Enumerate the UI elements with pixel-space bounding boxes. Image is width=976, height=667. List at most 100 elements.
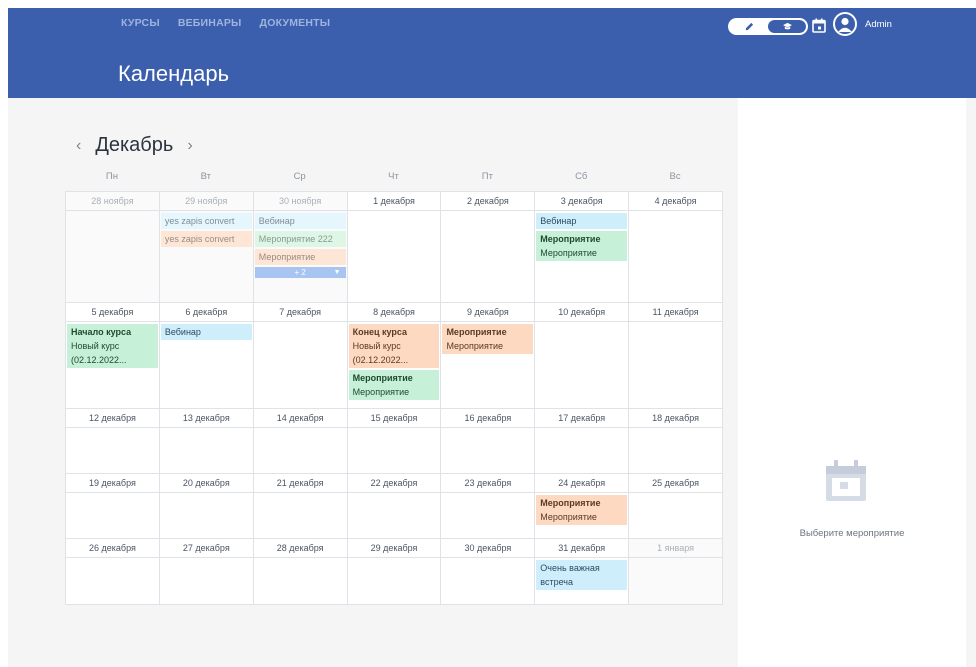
calendar-day[interactable]: 20 декабря bbox=[159, 474, 254, 539]
day-date-label: 31 декабря bbox=[535, 539, 629, 558]
event-text: Вебинар bbox=[540, 216, 577, 226]
next-month-button[interactable]: › bbox=[183, 137, 196, 155]
calendar-day[interactable]: 12 декабря bbox=[66, 409, 160, 474]
day-date-label: 1 декабря bbox=[347, 192, 441, 211]
day-date-label: 24 декабря bbox=[535, 474, 629, 493]
calendar-day[interactable]: 24 декабря Мероприятие Мероприятие bbox=[535, 474, 630, 539]
prev-month-button[interactable]: ‹ bbox=[72, 137, 85, 155]
day-date-label: 5 декабря bbox=[66, 303, 159, 322]
calendar-day[interactable]: 30 декабря bbox=[441, 539, 536, 605]
weekday-label: Пн bbox=[105, 171, 118, 182]
calendar-day[interactable]: 29 ноября yes zapis convert yes zapis conv… bbox=[159, 192, 254, 303]
calendar-day[interactable]: 7 декабря bbox=[253, 303, 348, 409]
toggle-student-mode[interactable] bbox=[768, 20, 806, 33]
event-title: Конец курса bbox=[352, 327, 408, 337]
mode-toggle[interactable] bbox=[728, 18, 808, 35]
calendar-event[interactable]: Мероприятие 222 bbox=[254, 231, 346, 247]
day-date-label: 4 декабря bbox=[629, 192, 723, 211]
event-text: yes zapis convert bbox=[164, 234, 235, 244]
day-date-label: 30 ноября bbox=[253, 192, 347, 211]
calendar-day[interactable]: 1 января bbox=[629, 539, 724, 605]
calendar-event[interactable]: Мероприятие Мероприятие bbox=[348, 370, 440, 400]
event-text: yes zapis convert bbox=[164, 216, 235, 226]
day-date-label: 6 декабря bbox=[159, 303, 253, 322]
event-text: Мероприятие 222 bbox=[258, 234, 333, 244]
calendar-event[interactable]: Мероприятие Мероприятие bbox=[536, 231, 628, 261]
calendar-day[interactable]: 9 декабря Мероприятие Мероприятие bbox=[441, 303, 536, 409]
day-date-label: 18 декабря bbox=[629, 409, 723, 428]
calendar-day[interactable]: 25 декабря bbox=[629, 474, 724, 539]
calendar-event[interactable]: yes zapis convert bbox=[160, 231, 252, 247]
page-title: Календарь bbox=[118, 61, 230, 86]
day-events: Мероприятие Мероприятие bbox=[535, 493, 628, 527]
calendar-event[interactable]: Начало курса Новый курс (02.12.2022... bbox=[67, 324, 158, 368]
weekday-label: Вс bbox=[669, 171, 681, 182]
day-events bbox=[254, 493, 347, 497]
calendar-day[interactable]: 15 декабря bbox=[347, 409, 442, 474]
calendar-day[interactable]: 16 декабря bbox=[441, 409, 536, 474]
day-date-label: 13 декабря bbox=[159, 409, 253, 428]
calendar-event[interactable]: yes zapis convert bbox=[160, 213, 252, 229]
calendar-day[interactable]: 1 декабря bbox=[347, 192, 442, 303]
calendar-day[interactable]: 17 декабря bbox=[535, 409, 630, 474]
calendar-event[interactable]: Вебинар bbox=[254, 213, 346, 229]
calendar-event[interactable]: Мероприятие Мероприятие bbox=[442, 324, 534, 354]
calendar-day[interactable]: 2 декабря bbox=[441, 192, 536, 303]
nav-item-documents[interactable]: ДОКУМЕНТЫ bbox=[260, 17, 331, 29]
day-events bbox=[629, 493, 722, 497]
calendar-day[interactable]: 3 декабря Вебинар Мероприятие Мероприятие bbox=[535, 192, 630, 303]
day-date-label: 16 декабря bbox=[441, 409, 535, 428]
day-events bbox=[629, 322, 722, 326]
calendar-event[interactable]: Вебинар bbox=[160, 324, 252, 340]
weekday-label: Ср bbox=[293, 171, 306, 182]
day-events bbox=[254, 558, 347, 562]
calendar-day[interactable]: 18 декабря bbox=[629, 409, 724, 474]
calendar-day[interactable]: 14 декабря bbox=[253, 409, 348, 474]
day-date-label: 11 декабря bbox=[629, 303, 723, 322]
calendar-day[interactable]: 26 декабря bbox=[66, 539, 160, 605]
day-date-label: 19 декабря bbox=[66, 474, 159, 493]
calendar-event[interactable]: Мероприятие bbox=[254, 249, 346, 265]
calendar-event[interactable]: Конец курса Новый курс (02.12.2022... bbox=[348, 324, 440, 368]
calendar-week: 28 ноября 29 ноября yes zapis convert yes z… bbox=[66, 192, 724, 303]
day-events: Очень важная встреча bbox=[535, 558, 628, 592]
calendar-event[interactable]: Очень важная встреча bbox=[536, 560, 628, 590]
toggle-edit-mode[interactable] bbox=[730, 20, 768, 33]
calendar-day[interactable]: 21 декабря bbox=[253, 474, 348, 539]
graduation-cap-icon bbox=[782, 22, 792, 30]
calendar-day[interactable]: 8 декабря Конец курса Новый курс (02.12.20… bbox=[347, 303, 442, 409]
day-events bbox=[348, 493, 441, 497]
calendar-day[interactable]: 13 декабря bbox=[159, 409, 254, 474]
calendar-day[interactable]: 22 декабря bbox=[347, 474, 442, 539]
calendar-day[interactable]: 23 декабря bbox=[441, 474, 536, 539]
event-text: Вебинар bbox=[258, 216, 295, 226]
event-text: Очень важная встреча bbox=[540, 563, 600, 587]
calendar-day[interactable]: 28 декабря bbox=[253, 539, 348, 605]
calendar-event[interactable]: Мероприятие Мероприятие bbox=[536, 495, 628, 525]
calendar-day[interactable]: 27 декабря bbox=[159, 539, 254, 605]
calendar-day[interactable]: 6 декабря Вебинар bbox=[159, 303, 254, 409]
calendar-day[interactable]: 29 декабря bbox=[347, 539, 442, 605]
calendar-day[interactable]: 19 декабря bbox=[66, 474, 160, 539]
calendar-event[interactable]: Вебинар bbox=[536, 213, 628, 229]
day-events: Начало курса Новый курс (02.12.2022... bbox=[66, 322, 159, 370]
calendar-day[interactable]: 30 ноября Вебинар Мероприятие 222 Мероприят… bbox=[253, 192, 348, 303]
calendar-day[interactable]: 5 декабря Начало курса Новый курс (02.12.2… bbox=[66, 303, 160, 409]
weekday-header: Пн Вт Ср Чт Пт Сб Вс bbox=[65, 171, 722, 182]
user-menu[interactable]: Admin bbox=[833, 12, 892, 36]
calendar-button[interactable] bbox=[812, 18, 828, 34]
calendar-day[interactable]: 28 ноября bbox=[66, 192, 160, 303]
event-text: Мероприятие bbox=[352, 387, 410, 397]
day-events bbox=[348, 211, 441, 215]
calendar-day[interactable]: 10 декабря bbox=[535, 303, 630, 409]
pencil-icon bbox=[745, 22, 753, 31]
avatar bbox=[833, 12, 857, 36]
day-date-label: 15 декабря bbox=[347, 409, 441, 428]
calendar-day[interactable]: 11 декабря bbox=[629, 303, 724, 409]
more-events-button[interactable]: + 2 ▼ bbox=[254, 267, 346, 278]
calendar-day[interactable]: 31 декабря Очень важная встреча bbox=[535, 539, 630, 605]
nav-item-courses[interactable]: КУРСЫ bbox=[121, 17, 160, 29]
nav-item-webinars[interactable]: ВЕБИНАРЫ bbox=[178, 17, 242, 29]
day-events bbox=[348, 428, 441, 432]
calendar-day[interactable]: 4 декабря bbox=[629, 192, 724, 303]
